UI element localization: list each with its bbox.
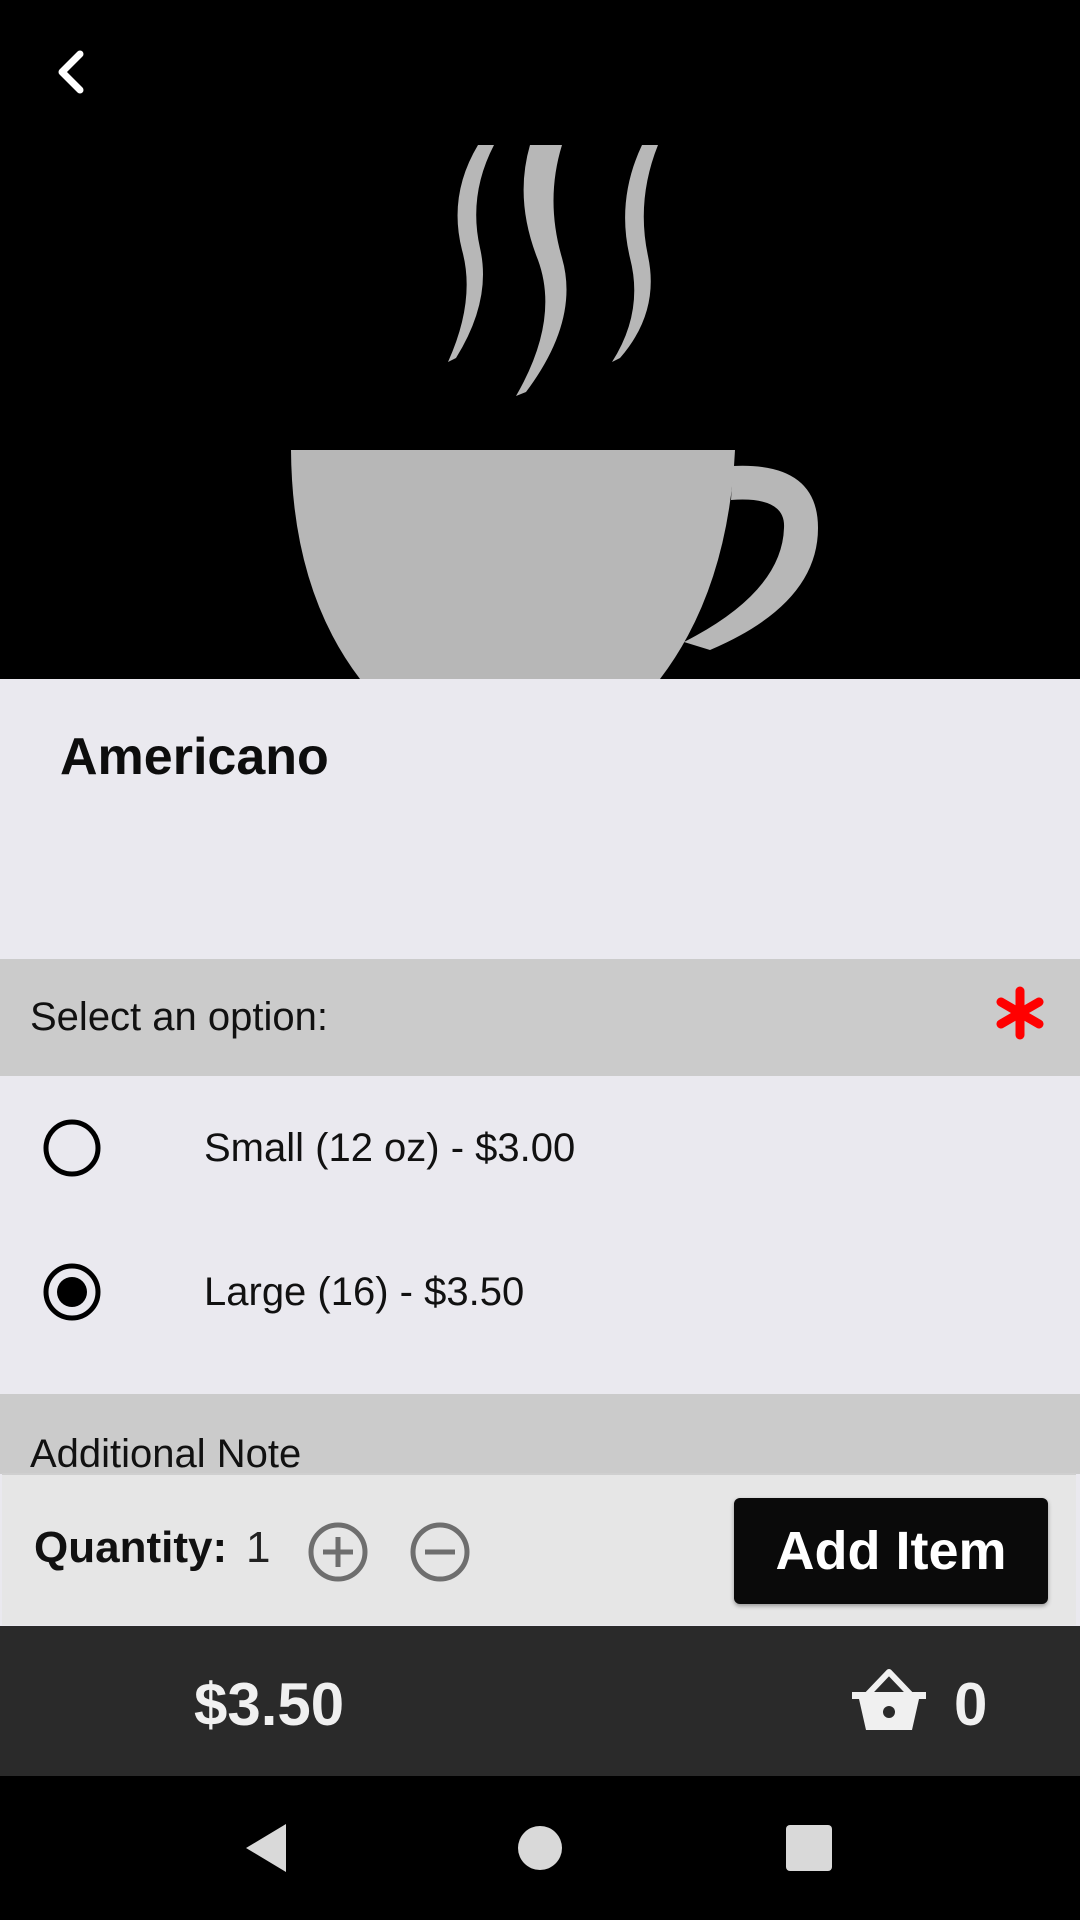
- product-title: Americano: [60, 728, 329, 786]
- option-list: Small (12 oz) - $3.00 Large (16) - $3.50: [0, 1076, 1080, 1394]
- quantity-value: 1: [246, 1523, 271, 1572]
- cart-button[interactable]: 0: [850, 1664, 1010, 1738]
- coffee-cup-icon: [291, 145, 818, 679]
- cart-count: 0: [954, 1671, 988, 1738]
- option-label: Large (16) - $3.50: [204, 1270, 525, 1314]
- additional-note-header: Additional Note: [0, 1394, 1080, 1476]
- add-item-button[interactable]: Add Item: [734, 1498, 1048, 1604]
- chevron-left-icon: [58, 50, 84, 94]
- system-nav-bar: [0, 1776, 1080, 1920]
- additional-note-label: Additional Note: [30, 1432, 302, 1476]
- nav-back-icon[interactable]: [240, 1820, 296, 1876]
- minus-circle-icon[interactable]: [408, 1520, 472, 1584]
- product-image: [0, 0, 1080, 679]
- back-button[interactable]: [40, 40, 104, 104]
- nav-home-icon[interactable]: [512, 1820, 568, 1876]
- option-section-header: Select an option:: [0, 959, 1080, 1076]
- quantity-label: Quantity:: [34, 1523, 228, 1572]
- quantity-bar: Quantity: 1 Add Item: [2, 1473, 1076, 1625]
- total-price: $3.50: [194, 1671, 345, 1738]
- plus-circle-icon[interactable]: [306, 1520, 370, 1584]
- order-summary-bar: $3.50 0: [0, 1626, 1080, 1776]
- option-header-label: Select an option:: [30, 995, 328, 1039]
- option-label: Small (12 oz) - $3.00: [204, 1126, 576, 1170]
- option-large[interactable]: Large (16) - $3.50: [0, 1220, 1080, 1364]
- basket-icon: [852, 1669, 926, 1730]
- asterisk-icon: [996, 986, 1044, 1040]
- nav-recents-icon[interactable]: [781, 1820, 837, 1876]
- option-small[interactable]: Small (12 oz) - $3.00: [0, 1076, 1080, 1220]
- radio-unselected-icon[interactable]: [42, 1118, 102, 1178]
- radio-selected-icon[interactable]: [42, 1262, 102, 1322]
- product-info: Americano: [0, 679, 1080, 959]
